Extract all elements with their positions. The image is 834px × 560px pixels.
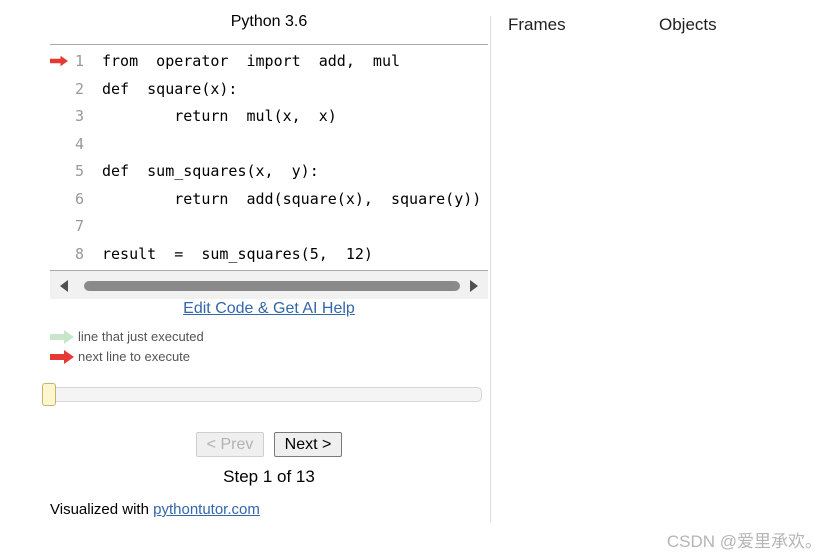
step-slider-track[interactable] <box>50 387 482 402</box>
line-number: 8 <box>74 244 84 263</box>
edit-code-link[interactable]: Edit Code & Get AI Help <box>50 300 488 318</box>
pythontutor-link[interactable]: pythontutor.com <box>153 501 260 518</box>
arrow-gutter <box>50 241 68 268</box>
code-panel: Python 3.6 1 from operator import add, mu… <box>0 0 490 560</box>
line-number: 2 <box>74 79 84 98</box>
arrow-gutter <box>50 213 68 240</box>
line-number: 1 <box>74 52 84 70</box>
frames-header: Frames <box>508 15 566 34</box>
scroll-left-arrow-icon[interactable] <box>60 280 68 292</box>
code-line: 2 def square(x): <box>50 76 488 103</box>
line-number: 6 <box>74 189 84 208</box>
scrollbar-thumb[interactable] <box>84 281 460 291</box>
panel-divider <box>490 16 491 522</box>
step-slider-handle[interactable] <box>42 383 56 406</box>
footer-prefix: Visualized with <box>50 501 154 518</box>
arrow-gutter <box>50 76 68 103</box>
next-button[interactable]: Next > <box>274 432 342 457</box>
arrow-gutter <box>50 131 68 158</box>
code-line: 7 <box>50 213 488 240</box>
line-number: 4 <box>74 134 84 153</box>
code-text: from operator import add, mul <box>102 52 401 70</box>
arrow-gutter <box>50 186 68 213</box>
visualized-with-footer: Visualized with pythontutor.com <box>50 501 260 518</box>
arrow-gutter <box>50 158 68 185</box>
watermark: CSDN @爱里承欢。 <box>666 532 822 551</box>
code-text: result = sum_squares(5, 12) <box>102 244 373 263</box>
legend-next: next line to execute <box>50 348 350 366</box>
green-arrow-icon <box>50 330 74 344</box>
next-line-arrow-icon <box>50 48 68 75</box>
line-number: 7 <box>74 217 84 235</box>
code-line: 8 result = sum_squares(5, 12) <box>50 241 488 268</box>
red-arrow-icon <box>50 350 74 364</box>
code-text: def sum_squares(x, y): <box>102 162 319 180</box>
code-top-divider <box>50 44 488 45</box>
objects-header: Objects <box>659 15 717 34</box>
code-listing: 1 from operator import add, mul 2 def squar… <box>50 48 488 268</box>
code-line: 1 from operator import add, mul <box>50 48 488 75</box>
code-text: return mul(x, x) <box>102 107 337 125</box>
code-line: 3 return mul(x, x) <box>50 103 488 130</box>
arrow-gutter <box>50 103 68 130</box>
legend-executed: line that just executed <box>50 328 350 346</box>
step-counter: Step 1 of 13 <box>223 467 315 486</box>
line-number: 5 <box>74 162 84 180</box>
code-line: 4 <box>50 131 488 158</box>
legend-executed-label: line that just executed <box>78 329 204 344</box>
prev-button[interactable]: < Prev <box>196 432 264 457</box>
horizontal-scrollbar[interactable] <box>50 270 488 299</box>
code-text: def square(x): <box>102 79 238 98</box>
line-number: 3 <box>74 107 84 125</box>
code-line: 5 def sum_squares(x, y): <box>50 158 488 185</box>
legend-next-label: next line to execute <box>78 349 191 364</box>
code-text: return add(square(x), square(y)) <box>102 189 482 208</box>
language-title: Python 3.6 <box>230 13 308 30</box>
code-line: 6 return add(square(x), square(y)) <box>50 186 488 213</box>
scroll-right-arrow-icon[interactable] <box>470 280 478 292</box>
